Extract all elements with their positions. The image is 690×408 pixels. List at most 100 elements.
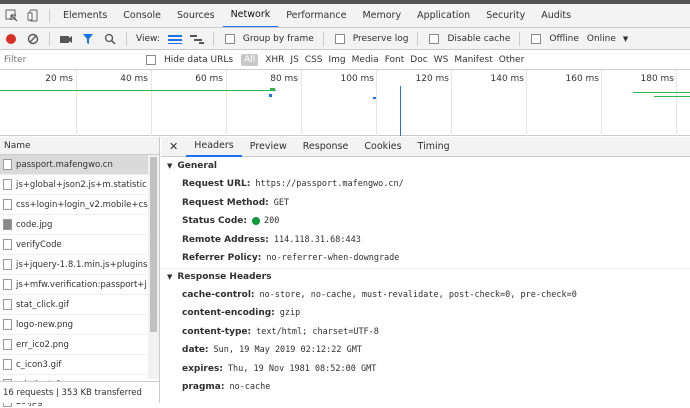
timeline-request-bar	[633, 92, 690, 93]
timeline-tick-label: 80 ms	[270, 74, 298, 84]
disable-cache-checkbox[interactable]	[429, 33, 440, 44]
timeline-tick-label: 100 ms	[340, 74, 375, 84]
preserve-log-checkbox[interactable]	[334, 33, 345, 44]
header-key: cache-control:	[182, 289, 255, 300]
timeline-gridline	[676, 70, 677, 136]
header-value: no-store, no-cache, must-revalidate, pos…	[259, 289, 577, 300]
tab-response[interactable]: Response	[295, 137, 357, 157]
request-row[interactable]: css+login+login_v2.mobile+cs	[0, 195, 148, 215]
timeline-gridline	[601, 70, 602, 136]
timeline-tick-label: 180 ms	[640, 74, 675, 84]
filter-type-manifest[interactable]: Manifest	[451, 55, 495, 65]
chevron-down-icon[interactable]: ▼	[623, 35, 628, 43]
timeline-request-bar	[373, 97, 376, 99]
tab-preview[interactable]: Preview	[242, 137, 295, 157]
filter-type-font[interactable]: Font	[382, 55, 408, 65]
device-toolbar-icon[interactable]	[22, 6, 44, 26]
timeline-tick-label: 120 ms	[415, 74, 450, 84]
filter-type-img[interactable]: Img	[326, 55, 349, 65]
response-headers-section-header[interactable]: ▼ Response Headers	[161, 267, 690, 286]
divider	[49, 31, 50, 46]
timeline-tick-label: 20 ms	[45, 74, 73, 84]
preserve-log-label: Preserve log	[352, 33, 409, 44]
timeline-tick-label: 40 ms	[120, 74, 148, 84]
inspect-element-icon[interactable]	[0, 6, 22, 26]
header-row: cache-control: no-store, no-cache, must-r…	[161, 286, 690, 305]
filter-type-media[interactable]: Media	[349, 55, 382, 65]
scrollbar-thumb[interactable]	[150, 157, 157, 332]
header-value: Sun, 19 May 2019 02:12:22 GMT	[213, 345, 362, 356]
screenshot-camera-icon[interactable]	[55, 29, 77, 49]
header-key: date:	[182, 345, 209, 356]
divider	[519, 31, 521, 46]
request-detail-panel: ✕ Headers Preview Response Cookies Timin…	[161, 137, 690, 403]
filter-type-other[interactable]: Other	[496, 55, 528, 65]
large-rows-icon[interactable]	[164, 29, 186, 49]
tab-security[interactable]: Security	[478, 4, 533, 27]
divider	[49, 8, 50, 23]
request-row[interactable]: verifyCode	[0, 235, 148, 255]
timeline-gridline	[376, 70, 377, 136]
filter-type-xhr[interactable]: XHR	[262, 55, 287, 65]
request-row[interactable]: passport.mafengwo.cn	[0, 155, 148, 175]
tab-network[interactable]: Network	[222, 4, 279, 27]
offline-checkbox[interactable]	[531, 33, 542, 44]
disable-cache-label: Disable cache	[447, 33, 511, 44]
throttling-select[interactable]: Online	[587, 34, 616, 44]
header-value: 200	[264, 216, 280, 227]
request-row[interactable]: code.jpg	[0, 215, 148, 235]
header-key: content-type:	[182, 326, 252, 337]
tab-application[interactable]: Application	[409, 4, 478, 27]
divider	[417, 31, 419, 46]
triangle-down-icon: ▼	[167, 162, 173, 170]
header-value: https://passport.mafengwo.cn/	[255, 179, 404, 190]
tab-memory[interactable]: Memory	[354, 4, 409, 27]
hide-data-urls-checkbox[interactable]	[146, 54, 156, 65]
request-row[interactable]: err_ico2.png	[0, 335, 148, 355]
filter-type-all[interactable]: All	[241, 53, 259, 66]
waterfall-overview-icon[interactable]	[186, 29, 208, 49]
tab-elements[interactable]: Elements	[55, 4, 115, 27]
tab-sources[interactable]: Sources	[169, 4, 223, 27]
header-key: content-encoding:	[182, 308, 275, 319]
search-icon[interactable]	[99, 29, 121, 49]
filter-type-js[interactable]: JS	[287, 55, 301, 65]
filter-funnel-icon[interactable]	[77, 29, 99, 49]
general-section-header[interactable]: ▼ General	[161, 157, 690, 175]
tab-audits[interactable]: Audits	[533, 4, 579, 27]
header-key: expires:	[182, 363, 223, 374]
header-row: Status Code: 200	[161, 212, 690, 231]
request-row[interactable]: js+global+json2.js+m.statistic	[0, 175, 148, 195]
request-row[interactable]: stat_click.gif	[0, 295, 148, 315]
filter-input[interactable]	[0, 51, 140, 68]
image-file-icon	[3, 319, 12, 330]
tab-cookies[interactable]: Cookies	[356, 137, 409, 157]
triangle-down-icon: ▼	[167, 273, 173, 281]
request-list-scrollbar[interactable]	[148, 155, 159, 379]
header-row: Request URL: https://passport.mafengwo.cn…	[161, 175, 690, 194]
tab-console[interactable]: Console	[115, 4, 169, 27]
overview-timeline[interactable]: 20 ms 40 ms 60 ms 80 ms 100 ms 120 ms 14…	[0, 70, 690, 136]
filter-type-css[interactable]: CSS	[302, 55, 326, 65]
filter-type-doc[interactable]: Doc	[407, 55, 430, 65]
group-by-frame-checkbox[interactable]	[224, 33, 235, 44]
script-file-icon	[3, 259, 12, 270]
request-row[interactable]: logo-new.png	[0, 315, 148, 335]
tab-headers[interactable]: Headers	[186, 137, 242, 157]
tab-performance[interactable]: Performance	[278, 4, 354, 27]
hide-data-urls-label: Hide data URLs	[164, 54, 234, 65]
request-row[interactable]: js+jquery-1.8.1.min.js+plugins	[0, 255, 148, 275]
record-icon[interactable]	[0, 29, 22, 49]
close-icon[interactable]: ✕	[161, 137, 186, 157]
timeline-request-bar	[270, 88, 275, 91]
detail-tabbar: ✕ Headers Preview Response Cookies Timin…	[161, 137, 690, 157]
filter-type-ws[interactable]: WS	[431, 55, 452, 65]
clear-icon[interactable]	[22, 29, 44, 49]
timeline-gridline	[226, 70, 227, 136]
request-name: err_ico2.png	[16, 339, 69, 350]
tab-timing[interactable]: Timing	[410, 137, 458, 157]
script-file-icon	[3, 279, 12, 290]
request-row[interactable]: js+mfw.verification:passport+j	[0, 275, 148, 295]
name-column-header[interactable]: Name	[0, 137, 159, 155]
request-row[interactable]: c_icon3.gif	[0, 355, 148, 375]
